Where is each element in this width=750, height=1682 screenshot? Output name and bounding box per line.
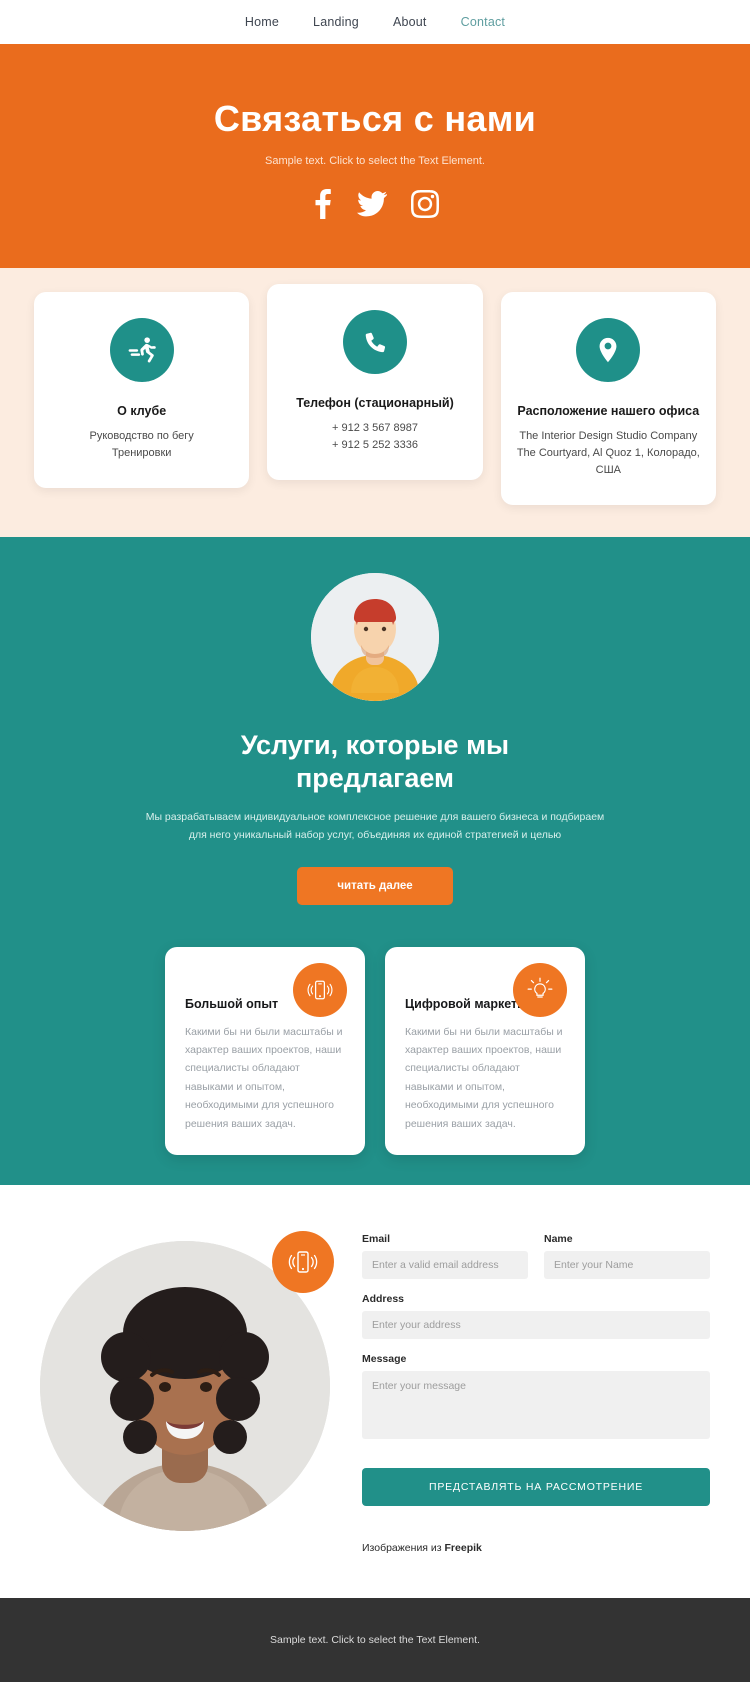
avatar [311, 573, 439, 702]
image-credit-prefix: Изображения из [362, 1541, 445, 1554]
name-label: Name [544, 1232, 573, 1245]
address-field[interactable] [362, 1310, 710, 1339]
location-pin-icon [576, 318, 641, 382]
nav-item-contact[interactable]: Contact [461, 15, 505, 29]
main-navigation: Home Landing About Contact [0, 0, 750, 44]
contact-card-line: США [595, 464, 621, 477]
form-fields-column: Email Name Address Message ПРЕДСТАВЛЯТЬ … [362, 1219, 710, 1554]
runner-icon [109, 318, 174, 382]
phone-icon [342, 310, 407, 374]
form-group-address: Address [362, 1293, 710, 1339]
contact-cards-section: О клубе Руководство по бегу Тренировки Т… [0, 268, 750, 538]
feature-cards: Большой опыт Какими бы ни были масштабы … [0, 905, 750, 1155]
contact-card-line: The Courtyard, Al Quoz 1, Колорадо, [516, 447, 700, 460]
contact-card-line: + 912 3 567 8987 [332, 422, 418, 434]
contact-card-line: Руководство по бегу [89, 430, 194, 442]
form-row-email-name: Email Name [362, 1233, 710, 1293]
message-field[interactable] [362, 1370, 710, 1439]
message-label: Message [362, 1352, 407, 1365]
contact-card-title: О клубе [117, 404, 167, 418]
image-credit-brand[interactable]: Freepik [445, 1542, 482, 1554]
facebook-icon[interactable] [311, 189, 333, 220]
instagram-icon[interactable] [411, 190, 439, 219]
image-credit: Изображения из Freepik [362, 1542, 710, 1554]
services-title: Услуги, которые мы предлагаем [240, 730, 510, 794]
page-root: Home Landing About Contact Связаться с н… [0, 0, 750, 1682]
nav-item-landing[interactable]: Landing [313, 15, 359, 29]
contact-card-phone[interactable]: Телефон (стационарный) + 912 3 567 8987 … [267, 284, 483, 481]
services-paragraph: Мы разрабатываем индивидуальное комплекс… [145, 811, 605, 841]
contact-card-line: The Interior Design Studio Company [519, 430, 698, 442]
form-group-name: Name [544, 1233, 710, 1279]
contact-card-office-location[interactable]: Расположение нашего офиса The Interior D… [500, 292, 716, 506]
hero-section: Связаться с нами Sample text. Click to s… [0, 44, 750, 268]
contact-card-about-club[interactable]: О клубе Руководство по бегу Тренировки [34, 292, 250, 489]
email-label: Email [362, 1232, 391, 1245]
contact-card-title: Телефон (стационарный) [296, 396, 454, 410]
vibrating-phone-icon [272, 1230, 334, 1293]
feature-card-digital-marketing[interactable]: Цифровой маркетинг Какими бы ни были мас… [385, 946, 585, 1155]
read-more-button[interactable]: читать далее [297, 866, 453, 905]
nav-item-about[interactable]: About [393, 15, 427, 29]
nav-item-home[interactable]: Home [245, 15, 279, 29]
submit-button[interactable]: ПРЕДСТАВЛЯТЬ НА РАССМОТРЕНИЕ [362, 1467, 710, 1506]
feature-card-body: Какими бы ни были масштабы и характер ва… [405, 1025, 563, 1130]
feature-card-body: Какими бы ни были масштабы и характер ва… [185, 1025, 343, 1130]
twitter-icon[interactable] [357, 191, 387, 217]
contact-form-section: Email Name Address Message ПРЕДСТАВЛЯТЬ … [0, 1184, 750, 1598]
form-photo-column [40, 1219, 340, 1554]
name-field[interactable] [544, 1250, 710, 1279]
form-group-email: Email [362, 1233, 528, 1279]
form-group-message: Message [362, 1353, 710, 1444]
contact-card-title: Расположение нашего офиса [517, 404, 700, 418]
vibrating-phone-icon [293, 962, 347, 1017]
hero-title: Связаться с нами [213, 98, 537, 139]
contact-card-line: Тренировки [111, 447, 172, 460]
address-label: Address [362, 1292, 405, 1305]
hero-subtitle: Sample text. Click to select the Text El… [265, 155, 485, 168]
feature-card-experience[interactable]: Большой опыт Какими бы ни были масштабы … [165, 946, 365, 1155]
contact-card-line: + 912 5 252 3336 [332, 439, 418, 452]
services-section: Услуги, которые мы предлагаем Мы разраба… [0, 537, 750, 1185]
lightbulb-icon [513, 962, 567, 1017]
social-links [40, 189, 710, 220]
email-field[interactable] [362, 1250, 528, 1279]
